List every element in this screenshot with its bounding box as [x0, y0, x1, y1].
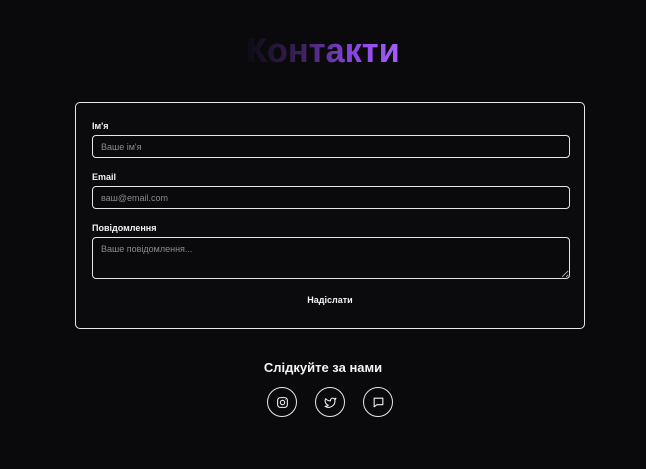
contact-form: Ім'я Email Повідомлення Надіслати	[75, 102, 585, 329]
twitter-link[interactable]	[315, 387, 345, 417]
contact-page: Контакти Ім'я Email Повідомлення Надісла…	[0, 0, 646, 469]
message-label: Повідомлення	[92, 223, 157, 233]
instagram-icon	[276, 396, 288, 408]
social-links	[266, 387, 396, 419]
instagram-link[interactable]	[267, 387, 297, 417]
message-link[interactable]	[363, 387, 393, 417]
email-field[interactable]	[92, 186, 570, 209]
message-field[interactable]	[92, 237, 570, 279]
email-label: Email	[92, 172, 117, 182]
page-title-text: Контакти	[246, 32, 400, 70]
submit-button[interactable]: Надіслати	[76, 295, 584, 305]
page-title: Контакти	[0, 32, 646, 71]
twitter-icon	[324, 397, 336, 408]
name-label: Ім'я	[92, 121, 109, 131]
message-icon	[373, 397, 383, 407]
name-field[interactable]	[92, 135, 570, 158]
social-heading: Слідкуйте за нами	[263, 360, 383, 375]
